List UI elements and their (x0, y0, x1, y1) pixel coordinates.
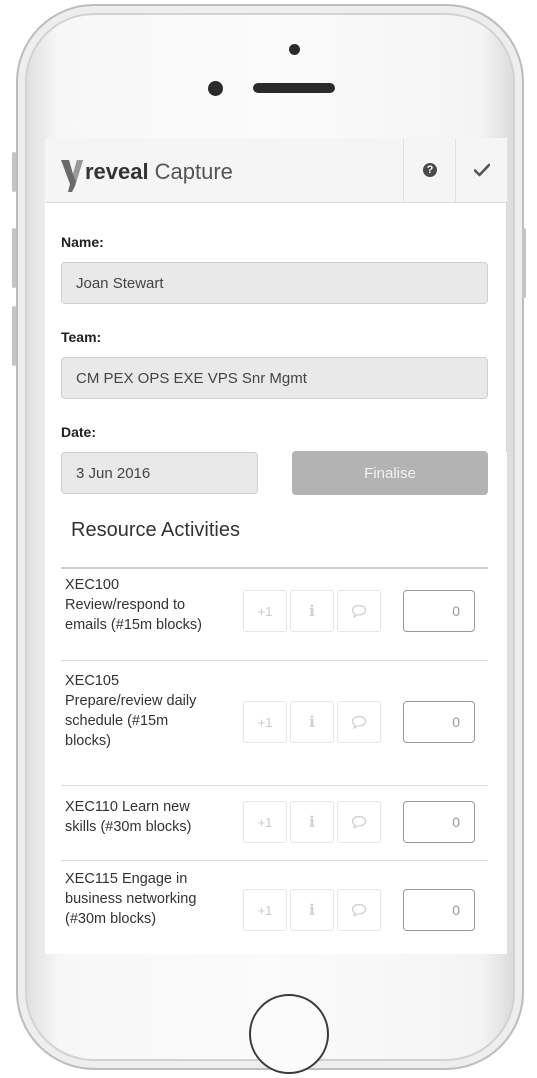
reveal-logo-icon (61, 160, 83, 192)
activity-line: Prepare/review daily (65, 693, 197, 709)
app-name: Capture (154, 159, 233, 184)
finalise-button[interactable]: Finalise (292, 451, 488, 495)
activity-line: XEC105 (65, 673, 120, 689)
date-label: Date: (61, 424, 97, 440)
name-field[interactable]: Joan Stewart (61, 262, 488, 304)
done-button[interactable] (455, 138, 507, 202)
info-icon: i (309, 602, 315, 620)
volume-up-button (12, 228, 16, 288)
date-field[interactable]: 3 Jun 2016 (61, 452, 258, 494)
team-field[interactable]: CM PEX OPS EXE VPS Snr Mgmt (61, 357, 488, 399)
info-button[interactable]: i (290, 590, 334, 632)
home-button[interactable] (249, 994, 329, 1074)
info-icon: i (309, 901, 315, 919)
speech-bubble-icon (351, 903, 367, 917)
activity-description: XEC110 Learn new skills (#30m blocks) (65, 797, 233, 837)
info-button[interactable]: i (290, 801, 334, 843)
team-label: Team: (61, 329, 102, 345)
activity-line: business networking (65, 891, 197, 907)
activity-count-input[interactable]: 0 (403, 590, 475, 632)
speech-bubble-icon (351, 815, 367, 829)
comment-button[interactable] (337, 801, 381, 843)
activity-line: Review/respond to (65, 597, 186, 613)
activity-count-input[interactable]: 0 (403, 801, 475, 843)
front-camera (289, 44, 300, 55)
activity-description: XEC100 Review/respond to emails (#15m bl… (65, 575, 233, 635)
activity-row: XEC100 Review/respond to emails (#15m bl… (61, 569, 488, 661)
speech-bubble-icon (351, 715, 367, 729)
proximity-sensor (208, 81, 223, 96)
speech-bubble-icon (351, 604, 367, 618)
help-button[interactable]: ? (403, 138, 456, 202)
app-logo: reveal Capture (59, 152, 233, 192)
silent-switch (12, 152, 16, 192)
scrollbar[interactable] (506, 202, 507, 452)
plus-one-button[interactable]: +1 (243, 590, 287, 632)
info-icon: i (309, 713, 315, 731)
activity-count-input[interactable]: 0 (403, 889, 475, 931)
section-title: Resource Activities (71, 519, 240, 541)
checkmark-icon (474, 163, 490, 177)
activity-row: XEC110 Learn new skills (#30m blocks) +1… (61, 786, 488, 861)
activity-count-input[interactable]: 0 (403, 701, 475, 743)
activity-description: XEC105 Prepare/review daily schedule (#1… (65, 671, 233, 751)
app-header: reveal Capture ? (45, 138, 507, 203)
power-button (522, 228, 526, 298)
plus-one-button[interactable]: +1 (243, 701, 287, 743)
activity-line: schedule (#15m (65, 713, 169, 729)
activity-line: (#30m blocks) (65, 911, 157, 927)
activity-row: XEC115 Engage in business networking (#3… (61, 861, 488, 953)
activity-line: XEC110 Learn new (65, 799, 190, 815)
volume-down-button (12, 306, 16, 366)
activity-line: XEC115 Engage in (65, 871, 188, 887)
activity-line: emails (#15m blocks) (65, 617, 202, 633)
question-circle-icon: ? (423, 163, 437, 177)
plus-one-button[interactable]: +1 (243, 889, 287, 931)
activity-line: XEC100 (65, 577, 120, 593)
activity-row: XEC105 Prepare/review daily schedule (#1… (61, 661, 488, 786)
earpiece-speaker (253, 83, 335, 93)
activity-line: skills (#30m blocks) (65, 819, 192, 835)
info-icon: i (309, 813, 315, 831)
comment-button[interactable] (337, 590, 381, 632)
name-label: Name: (61, 234, 104, 250)
info-button[interactable]: i (290, 701, 334, 743)
comment-button[interactable] (337, 889, 381, 931)
comment-button[interactable] (337, 701, 381, 743)
app-screen: reveal Capture ? Name: Joan Stewart Team… (45, 138, 507, 954)
brand-name: reveal (85, 159, 149, 184)
activity-line: blocks) (65, 733, 111, 749)
info-button[interactable]: i (290, 889, 334, 931)
activity-description: XEC115 Engage in business networking (#3… (65, 869, 233, 929)
plus-one-button[interactable]: +1 (243, 801, 287, 843)
